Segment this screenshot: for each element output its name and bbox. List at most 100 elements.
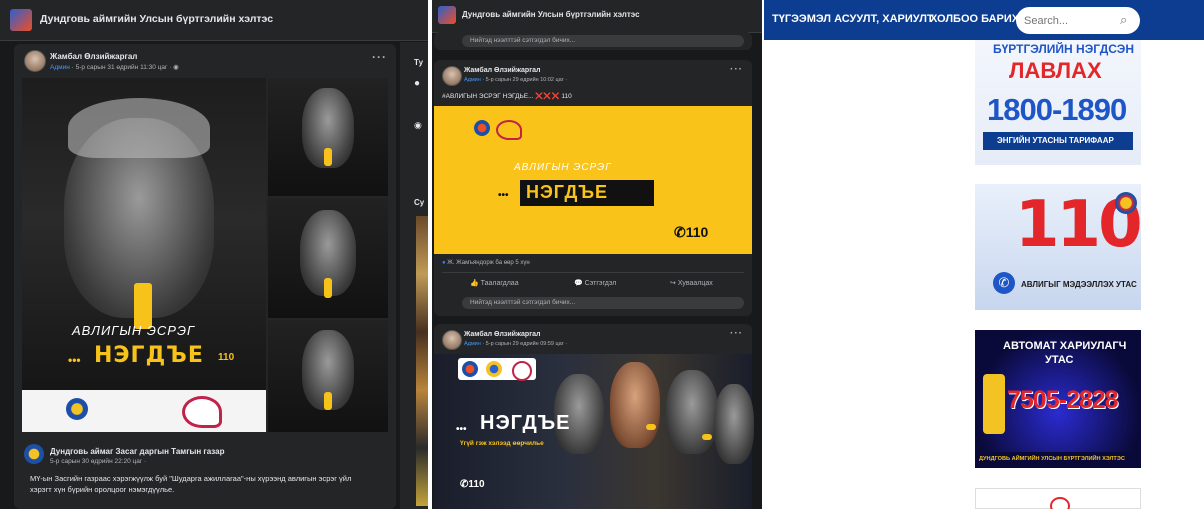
facebook-post-panel-1: Дундговь аймгийн Улсын бүртгэлийн хэлтэс… [0, 0, 428, 509]
brand-prefix: ••• [456, 424, 467, 435]
hair-image [68, 98, 210, 158]
brand-prefix: ••• [68, 353, 81, 367]
shared-page-avatar[interactable] [24, 444, 44, 464]
banner1-line1: БҮРТГЭЛИЙН НЭГДСЭН [993, 42, 1134, 56]
post-card-1: Жамбал Өлзийжаргал Админ · 5-р сарын 29 … [434, 60, 752, 316]
emblem-icon [462, 361, 478, 377]
more-options-icon[interactable]: ··· [372, 50, 387, 64]
banner3-number: 7505-2828 [1007, 386, 1119, 414]
post-author[interactable]: Жамбал Өлзийжаргал [50, 52, 137, 61]
post-author[interactable]: Жамбал Өлзийжаргал [464, 331, 540, 338]
reactions-summary[interactable]: ● Ж. Жамъяндорж ба өөр 5 хүн [442, 260, 530, 266]
banner-110[interactable]: 110 ✆ АВЛИГЫГ МЭДЭЭЛЛЭХ УТАС [975, 184, 1143, 310]
comment-button[interactable]: 💬 Сэтгэгдэл [574, 279, 616, 287]
phone-icon: ✆ [993, 272, 1015, 294]
author-avatar[interactable] [442, 66, 462, 86]
banner-auto-answer[interactable]: АВТОМАТ ХАРИУЛАГЧ УТАС 7505-2828 ДУНДГОВ… [975, 330, 1141, 468]
logo-icon [1050, 497, 1070, 509]
admin-badge: Админ [50, 64, 70, 71]
top-navigation: ТҮГЭЭМЭЛ АСУУЛТ, ХАРИУЛТ ХОЛБОО БАРИХ ⌕ [764, 0, 1204, 40]
yellow-campaign-image[interactable]: АВЛИГЫН ЭСРЭГ НЭГДЪЕ ••• ✆110 [434, 106, 752, 254]
like-label: Таалагдлаа [480, 280, 519, 287]
nav-contact[interactable]: ХОЛБОО БАРИХ [930, 13, 1019, 25]
phone-number: ✆110 [460, 479, 485, 490]
page-title[interactable]: Дундговь аймгийн Улсын бүртгэлийн хэлтэс [40, 13, 273, 25]
banner3-footer-bar: ДУНДГОВЬ АЙМГИЙН УЛСЫН БҮРТГЭЛИЙН ХЭЛТЭС [975, 452, 1141, 468]
main-photo[interactable]: АВЛИГЫН ЭСРЭГ НЭГДЪЕ ••• 110 [22, 78, 266, 432]
phone-handset-icon [983, 374, 1005, 434]
page-logo-icon[interactable] [438, 6, 456, 24]
ministry-logo-icon [486, 361, 502, 377]
more-options-icon[interactable]: ··· [730, 328, 743, 339]
whistle-icon [324, 392, 332, 410]
banner1-line2: ЛАВЛАХ [1009, 58, 1102, 83]
author-avatar[interactable] [24, 50, 46, 72]
post-meta[interactable]: · 5-р сарын 29 өдрийн 10:02 цаг · [482, 77, 567, 83]
search-icon[interactable]: ⌕ [1120, 12, 1127, 28]
crowd-face-2 [610, 362, 660, 448]
banner1-footer: ЭНГИЙН УТАСНЫ ТАРИФААР [997, 136, 1114, 145]
logo-box [458, 358, 536, 381]
comment-input[interactable]: Нийтэд нээлттэй сэтгэгдэл бичих... [462, 297, 744, 309]
slogan-text: АВЛИГЫН ЭСРЭГ [72, 323, 196, 338]
banner-hotline[interactable]: БҮРТГЭЛИЙН НЭГДСЭН ЛАВЛАХ 1800-1890 ЭНГИ… [975, 40, 1141, 165]
banner3-footer: ДУНДГОВЬ АЙМГИЙН УЛСЫН БҮРТГЭЛИЙН ХЭЛТЭС [979, 456, 1125, 462]
author-avatar[interactable] [442, 330, 462, 350]
phone-tag: 110 [218, 352, 235, 363]
banner3-line1: АВТОМАТ ХАРИУЛАГЧ [1003, 340, 1127, 352]
comment-label: Сэтгэгдэл [584, 280, 617, 287]
phone-value: 110 [685, 224, 709, 240]
like-button[interactable]: 👍 Таалагдлаа [470, 279, 519, 287]
post-meta[interactable]: · 5-р сарын 29 өдрийн 09:59 цаг · [482, 341, 567, 347]
reactions-text: Ж. Жамъяндорж ба өөр 5 хүн [447, 260, 530, 266]
tagline: Үгүй гэж хэлээд өөрчилье [460, 440, 544, 447]
page-header: Дундговь аймгийн Улсын бүртгэлийн хэлтэс [0, 0, 428, 41]
state-emblem-icon [66, 398, 88, 420]
brand-text: НЭГДЪЕ [526, 182, 609, 202]
nav-faq[interactable]: ТҮГЭЭМЭЛ АСУУЛТ, ХАРИУЛТ [772, 13, 934, 25]
eye-icon: ◉ [414, 120, 422, 130]
post-author[interactable]: Жамбал Өлзийжаргал [464, 67, 540, 74]
page-header: Дундговь аймгийн Улсын бүртгэлийн хэлтэс [432, 0, 762, 33]
page-title[interactable]: Дундговь аймгийн Улсын бүртгэлийн хэлтэс [462, 10, 640, 19]
facebook-post-panel-2: Дундговь аймгийн Улсын бүртгэлийн хэлтэс… [432, 0, 762, 509]
right-sidebar-column: Ту ● ◉ Су [400, 42, 428, 509]
photo-strip[interactable] [416, 216, 428, 506]
whistle-icon [324, 148, 332, 166]
shared-author[interactable]: Дундговь аймаг Засаг даргын Тамгын газар [50, 447, 225, 456]
post-text-line-2: хэрэгт хүн бүрийн оролцоог нэмэгдүүлье. [30, 485, 175, 494]
logo-strip [22, 390, 266, 432]
phone-value: 110 [468, 479, 485, 490]
admin-badge: Админ [464, 341, 481, 347]
more-options-icon[interactable]: ··· [730, 64, 743, 75]
admin-badge: Админ [464, 77, 481, 83]
page-logo-icon[interactable] [10, 9, 32, 31]
website-panel: ТҮГЭЭМЭЛ АСУУЛТ, ХАРИУЛТ ХОЛБОО БАРИХ ⌕ … [764, 0, 1204, 509]
shared-meta[interactable]: 5-р сарын 30 өдрийн 22:20 цаг · [50, 458, 146, 465]
post-meta[interactable]: · 5-р сарын 31 өдрийн 11:30 цаг · [72, 64, 172, 71]
banner1-footer-bar: ЭНГИЙН УТАСНЫ ТАРИФААР [983, 132, 1133, 150]
post-card: Жамбал Өлзийжаргал Админ · 5-р сарын 31 … [14, 44, 396, 509]
comment-input[interactable]: Нийтэд нээлттэй сэтгэгдэл бичих... [462, 35, 744, 47]
thumbnail-man[interactable] [268, 198, 388, 318]
info-icon: ● [414, 78, 421, 89]
emblem-icon [1115, 192, 1137, 214]
thumbnail-woman[interactable] [268, 320, 388, 432]
phone-number: ✆110 [674, 224, 708, 241]
anti-corruption-logo-icon [496, 120, 522, 140]
slogan-text: АВЛИГЫН ЭСРЭГ [514, 162, 612, 173]
emblem-icon [474, 120, 490, 136]
comment-row-top: Нийтэд нээлттэй сэтгэгдэл бичих... [434, 32, 752, 50]
crowd-face-3 [666, 370, 718, 454]
campaign-crowd-image[interactable]: ••• НЭГДЪЕ Үгүй гэж хэлээд өөрчилье ✆110 [434, 354, 754, 509]
divider [442, 272, 744, 273]
banner-partial[interactable] [975, 488, 1141, 509]
brand-box: НЭГДЪЕ [520, 180, 654, 206]
whistle-icon [702, 434, 712, 440]
banner3-line2: УТАС [1045, 354, 1074, 366]
sidebar-label-2: Су [414, 198, 425, 207]
share-button[interactable]: ↪ Хуваалцах [670, 279, 713, 287]
thumbnail-woman-glasses[interactable] [268, 78, 388, 196]
whistle-icon [646, 424, 656, 430]
share-label: Хуваалцах [677, 280, 713, 287]
